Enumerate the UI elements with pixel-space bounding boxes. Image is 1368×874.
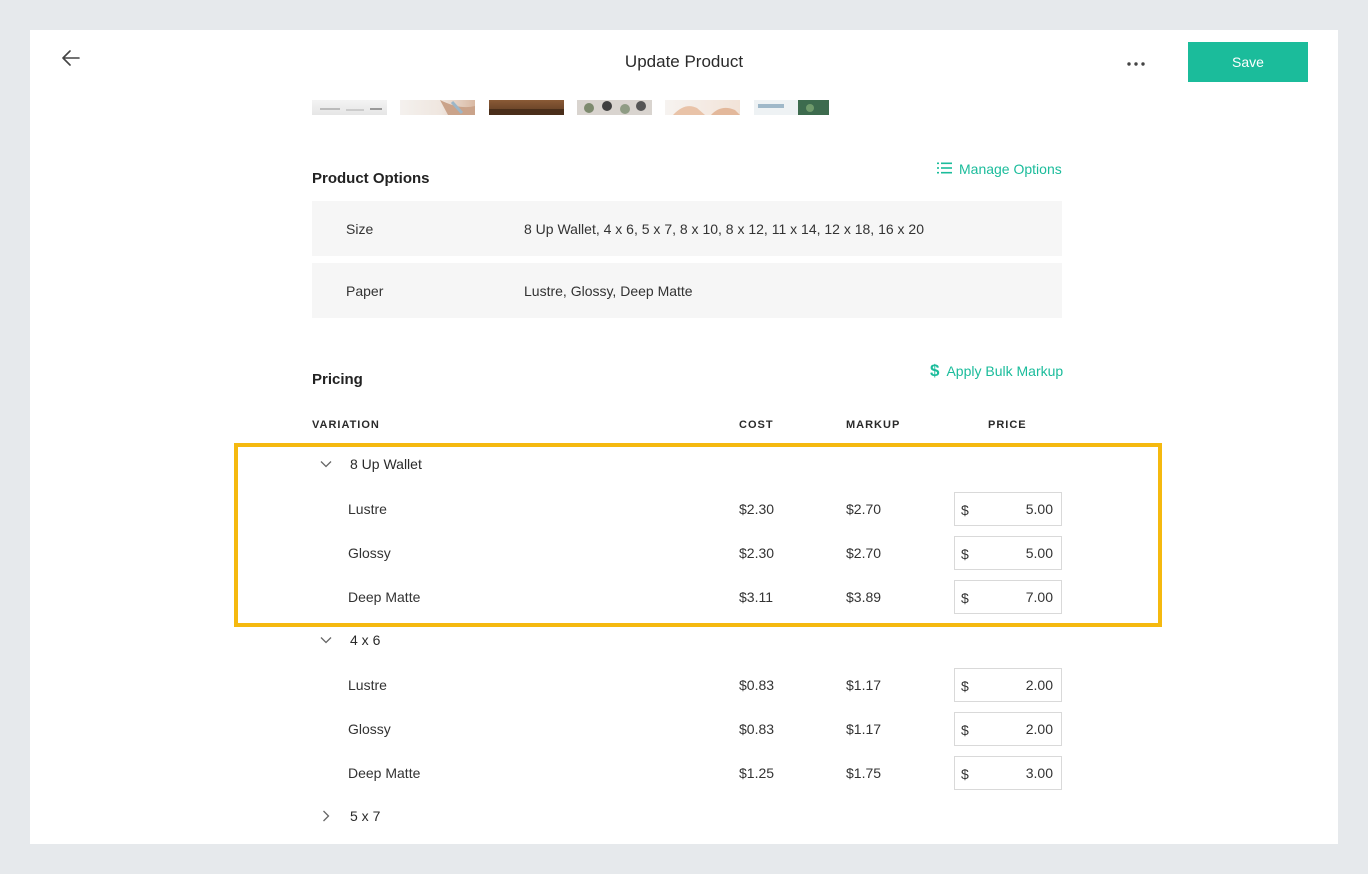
price-input[interactable] (973, 713, 1053, 745)
column-header-variation: VARIATION (312, 419, 380, 431)
option-values: 8 Up Wallet, 4 x 6, 5 x 7, 8 x 10, 8 x 1… (524, 221, 925, 237)
variation-markup: $2.70 (846, 501, 882, 517)
variation-row: Lustre $2.30 $2.70 $ (30, 492, 1338, 526)
product-editor-card: Update Product Save Product Options Mana… (30, 30, 1338, 844)
price-input[interactable] (973, 669, 1053, 701)
variation-name: Glossy (348, 545, 391, 561)
currency-symbol: $ (961, 678, 969, 694)
price-field[interactable]: $ (954, 580, 1062, 614)
price-input[interactable] (973, 493, 1053, 525)
price-input[interactable] (973, 757, 1053, 789)
option-label: Paper (346, 283, 384, 299)
product-thumbnail[interactable] (489, 100, 564, 115)
chevron-down-icon (320, 633, 332, 649)
variation-cost: $3.11 (739, 589, 773, 605)
variation-cost: $2.30 (739, 545, 775, 561)
dollar-icon: $ (930, 361, 940, 380)
column-header-cost: COST (739, 419, 774, 431)
variation-name: Deep Matte (348, 589, 421, 605)
price-field[interactable]: $ (954, 756, 1062, 790)
currency-symbol: $ (961, 546, 969, 562)
chevron-down-icon (320, 457, 332, 473)
currency-symbol: $ (961, 766, 969, 782)
manage-options-link[interactable]: Manage Options (937, 161, 1062, 177)
variation-name: Lustre (348, 501, 387, 517)
variation-markup: $1.17 (846, 721, 882, 737)
option-row-paper: Paper Lustre, Glossy, Deep Matte (312, 263, 1062, 318)
variation-group-name: 4 x 6 (350, 632, 381, 648)
variation-row: Glossy $2.30 $2.70 $ (30, 536, 1338, 570)
variation-markup: $1.75 (846, 765, 882, 781)
variation-name: Deep Matte (348, 765, 421, 781)
price-field[interactable]: $ (954, 492, 1062, 526)
variation-group-8-up-wallet[interactable]: 8 Up Wallet (312, 454, 612, 476)
variation-group-5x7[interactable]: 5 x 7 (312, 806, 612, 828)
variation-cost: $2.30 (739, 501, 775, 517)
variation-name: Glossy (348, 721, 391, 737)
product-thumbnail[interactable] (665, 100, 740, 115)
variation-markup: $2.70 (846, 545, 882, 561)
price-field[interactable]: $ (954, 712, 1062, 746)
more-options-button[interactable] (1124, 54, 1148, 70)
currency-symbol: $ (961, 590, 969, 606)
save-button[interactable]: Save (1188, 42, 1308, 82)
apply-bulk-markup-link[interactable]: $ Apply Bulk Markup (930, 362, 1063, 379)
column-header-price: PRICE (988, 419, 1027, 431)
variation-group-name: 5 x 7 (350, 808, 381, 824)
variation-row: Glossy $0.83 $1.17 $ (30, 712, 1338, 746)
currency-symbol: $ (961, 722, 969, 738)
column-header-markup: MARKUP (846, 419, 901, 431)
variation-row: Lustre $0.83 $1.17 $ (30, 668, 1338, 702)
price-input[interactable] (973, 537, 1053, 569)
variation-group-name: 8 Up Wallet (350, 456, 422, 472)
variation-name: Lustre (348, 677, 387, 693)
product-thumbnail[interactable] (754, 100, 829, 115)
more-horizontal-icon (1127, 53, 1145, 71)
variation-cost: $0.83 (739, 677, 775, 693)
pricing-title: Pricing (312, 371, 363, 388)
price-field[interactable]: $ (954, 536, 1062, 570)
chevron-right-icon (320, 809, 332, 825)
variation-markup: $3.89 (846, 589, 882, 605)
variation-row: Deep Matte $3.11 $3.89 $ (30, 580, 1338, 614)
product-options-title: Product Options (312, 170, 430, 187)
list-icon (937, 161, 952, 177)
currency-symbol: $ (961, 502, 969, 518)
option-row-size: Size 8 Up Wallet, 4 x 6, 5 x 7, 8 x 10, … (312, 201, 1062, 256)
variation-cost: $1.25 (739, 765, 775, 781)
variation-markup: $1.17 (846, 677, 882, 693)
manage-options-label: Manage Options (959, 161, 1062, 177)
price-field[interactable]: $ (954, 668, 1062, 702)
apply-bulk-markup-label: Apply Bulk Markup (946, 362, 1064, 379)
product-thumbnail[interactable] (312, 100, 387, 115)
option-label: Size (346, 221, 374, 237)
variation-row: Deep Matte $1.25 $1.75 $ (30, 756, 1338, 790)
header: Update Product Save (30, 30, 1338, 102)
variation-cost: $0.83 (739, 721, 775, 737)
variation-group-4x6[interactable]: 4 x 6 (312, 630, 612, 652)
product-thumbnail[interactable] (400, 100, 475, 115)
product-thumbnail[interactable] (577, 100, 652, 115)
option-values: Lustre, Glossy, Deep Matte (524, 283, 693, 299)
price-input[interactable] (973, 581, 1053, 613)
